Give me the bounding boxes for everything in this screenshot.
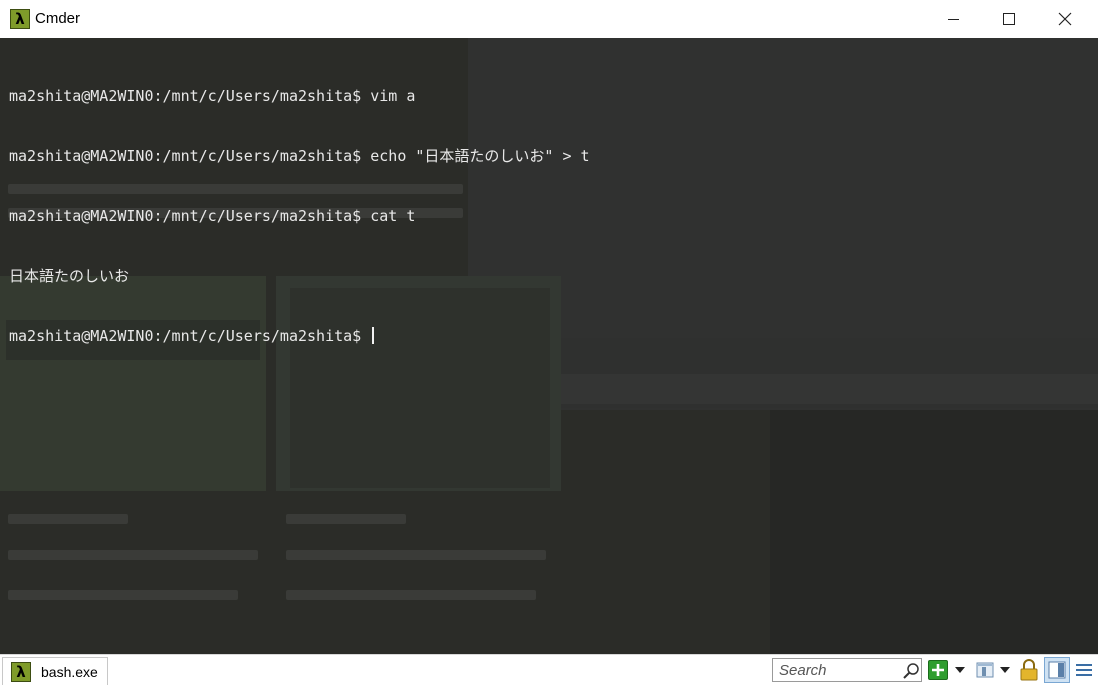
panel-icon (976, 662, 994, 678)
text-cursor (372, 327, 375, 344)
cmder-lambda-icon[interactable]: λ (10, 9, 30, 29)
maximize-button[interactable] (986, 0, 1032, 38)
close-button[interactable] (1042, 0, 1088, 38)
dropdown-icon (955, 667, 965, 673)
cmder-lambda-icon: λ (11, 662, 31, 682)
lock-button[interactable] (1018, 659, 1040, 681)
background-text-ghost (286, 514, 406, 524)
terminal-line: ma2shita@MA2WIN0:/mnt/c/Users/ma2shita$ … (9, 207, 416, 225)
background-text-ghost (8, 590, 238, 600)
background-image-ghost (770, 410, 1098, 654)
split-view-icon (1048, 661, 1066, 679)
panel-view-button[interactable] (975, 659, 995, 681)
menu-button[interactable] (1074, 659, 1094, 681)
terminal-console[interactable]: ma2shita@MA2WIN0:/mnt/c/Users/ma2shita$ … (0, 38, 1098, 654)
panel-view-dropdown[interactable] (999, 659, 1011, 681)
terminal-prompt: ma2shita@MA2WIN0:/mnt/c/Users/ma2shita$ (9, 327, 371, 345)
tab-label: bash.exe (41, 664, 98, 680)
search-input[interactable] (773, 659, 899, 681)
terminal-line: ma2shita@MA2WIN0:/mnt/c/Users/ma2shita$ … (9, 147, 590, 165)
background-text-ghost (286, 590, 536, 600)
dropdown-icon (1000, 667, 1010, 673)
menu-icon (1076, 664, 1092, 676)
console-tab-bash[interactable]: λ bash.exe (2, 657, 108, 685)
terminal-output: ma2shita@MA2WIN0:/mnt/c/Users/ma2shita$ … (9, 46, 590, 386)
new-console-dropdown[interactable] (954, 659, 966, 681)
minimize-icon (947, 18, 959, 20)
background-text-ghost (286, 550, 546, 560)
new-console-icon (932, 664, 944, 676)
terminal-line: ma2shita@MA2WIN0:/mnt/c/Users/ma2shita$ … (9, 87, 416, 105)
search-box (772, 658, 922, 682)
maximize-icon (1003, 13, 1015, 25)
background-window-ghost (534, 374, 1098, 404)
minimize-button[interactable] (930, 0, 976, 38)
window-title: Cmder (35, 10, 81, 27)
status-bar: λ bash.exe (0, 654, 1098, 685)
close-icon (1058, 12, 1072, 26)
new-console-button[interactable] (928, 660, 948, 680)
lock-icon (1020, 659, 1038, 681)
terminal-prompt-line[interactable]: ma2shita@MA2WIN0:/mnt/c/Users/ma2shita$ (9, 326, 590, 346)
title-bar: λ Cmder (0, 0, 1098, 38)
background-window-ghost (500, 338, 1098, 408)
background-text-ghost (8, 550, 258, 560)
search-icon[interactable] (901, 661, 921, 681)
background-text-ghost (8, 514, 128, 524)
split-view-button[interactable] (1044, 657, 1070, 683)
terminal-line: 日本語たのしいお (9, 267, 130, 285)
